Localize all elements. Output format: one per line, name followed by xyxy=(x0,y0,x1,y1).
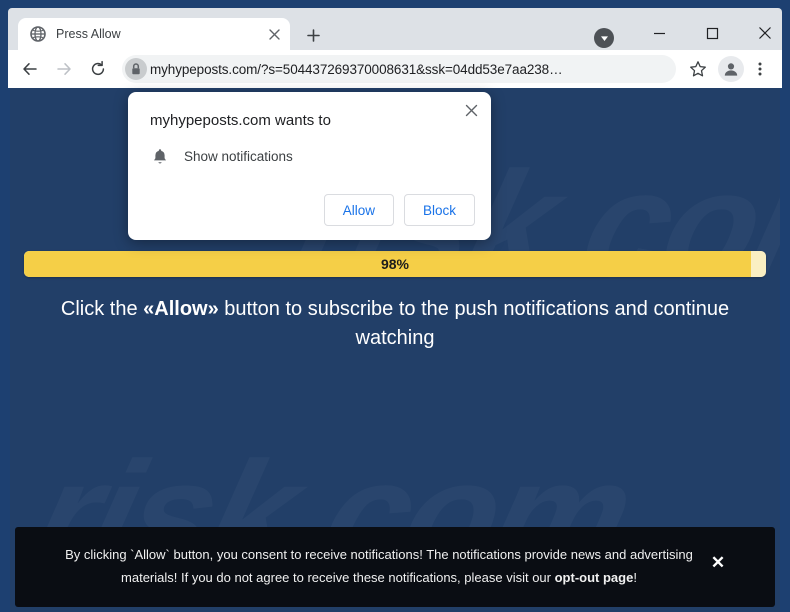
address-bar[interactable]: myhypeposts.com/?s=504437269370008631&ss… xyxy=(122,55,676,83)
opt-out-link[interactable]: opt-out page xyxy=(555,570,634,585)
consent-banner: By clicking `Allow` button, you consent … xyxy=(15,527,775,607)
consent-text-after: ! xyxy=(633,570,637,585)
progress-bar: 98% xyxy=(24,251,766,277)
close-icon[interactable] xyxy=(264,24,284,44)
close-icon[interactable] xyxy=(459,98,483,122)
star-icon[interactable] xyxy=(684,55,712,83)
globe-icon xyxy=(30,26,46,42)
three-dot-menu-icon[interactable] xyxy=(746,55,774,83)
permission-label: Show notifications xyxy=(184,148,293,164)
dialog-actions: Allow Block xyxy=(323,194,475,226)
url-text: myhypeposts.com/?s=504437269370008631&ss… xyxy=(150,61,563,77)
headline-emphasis: «Allow» xyxy=(143,298,219,320)
window-maximize-button[interactable] xyxy=(689,16,735,50)
progress-percent-label: 98% xyxy=(380,256,410,272)
browser-window: Press Allow myhypeposts.com/?s=504437269… xyxy=(0,0,790,612)
browser-toolbar: myhypeposts.com/?s=504437269370008631&ss… xyxy=(8,50,782,88)
reload-icon[interactable] xyxy=(84,55,112,83)
dialog-title: myhypeposts.com wants to xyxy=(150,112,331,129)
window-minimize-button[interactable] xyxy=(636,16,682,50)
close-icon[interactable]: ✕ xyxy=(709,553,727,571)
new-tab-button[interactable] xyxy=(300,22,326,48)
notification-permission-dialog: myhypeposts.com wants to Show notificati… xyxy=(128,92,491,240)
permission-row: Show notifications xyxy=(150,146,293,166)
tab-strip: Press Allow xyxy=(8,8,782,50)
download-arrow-icon[interactable] xyxy=(594,28,614,48)
browser-tab[interactable]: Press Allow xyxy=(18,18,290,50)
lock-icon[interactable] xyxy=(122,55,150,83)
bell-icon xyxy=(150,146,170,166)
back-arrow-icon[interactable] xyxy=(16,55,44,83)
forward-arrow-icon xyxy=(50,55,78,83)
profile-avatar-icon[interactable] xyxy=(718,56,744,82)
headline-after: button to subscribe to the push notifica… xyxy=(218,298,730,349)
page-headline: Click the «Allow» button to subscribe to… xyxy=(55,295,735,353)
window-close-button[interactable] xyxy=(742,16,788,50)
consent-banner-text: By clicking `Allow` button, you consent … xyxy=(55,543,703,589)
tab-title: Press Allow xyxy=(56,27,121,41)
block-button[interactable]: Block xyxy=(403,194,475,226)
allow-button[interactable]: Allow xyxy=(323,194,394,226)
headline-before: Click the xyxy=(60,298,144,320)
